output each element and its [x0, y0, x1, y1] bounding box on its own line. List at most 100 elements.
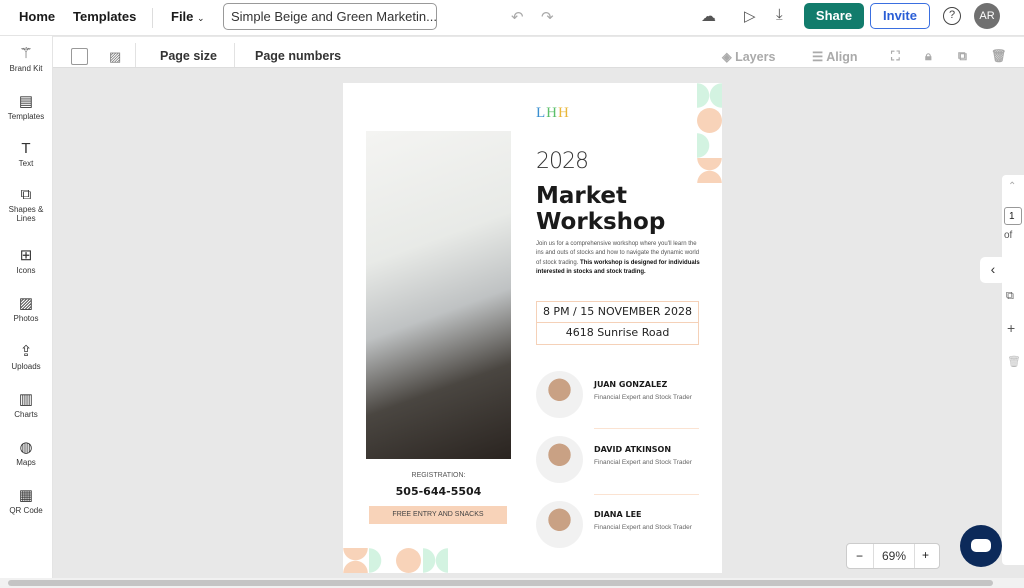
- scrollbar-thumb[interactable]: [8, 580, 993, 586]
- pattern-icon[interactable]: ▨: [109, 49, 121, 65]
- free-entry-banner: FREE ENTRY AND SNACKS: [369, 506, 507, 524]
- decorative-shape: [697, 83, 722, 108]
- sidebar-label: Shapes & Lines: [8, 205, 44, 223]
- present-icon[interactable]: ▷: [744, 7, 756, 25]
- shapes-icon: ⧉: [20, 186, 32, 203]
- layers-button[interactable]: ◈ Layers: [722, 49, 775, 64]
- zoom-level[interactable]: 69%: [873, 544, 915, 568]
- sidebar-item-icons[interactable]: ⊞ Icons: [0, 246, 52, 275]
- decorative-shape: [697, 108, 722, 133]
- sidebar-item-photos[interactable]: ▨ Photos: [0, 294, 52, 323]
- page-size-button[interactable]: Page size: [160, 49, 217, 63]
- sidebar-label: Charts: [14, 410, 38, 419]
- lock-icon[interactable]: 🔒︎: [925, 49, 932, 64]
- sidebar-item-text[interactable]: T Text: [0, 140, 52, 168]
- divider: [135, 43, 136, 67]
- page-navigator-panel: ⌃ 1 of ⧉ + 🗑︎: [1002, 175, 1024, 565]
- chevron-up-icon[interactable]: ⌃: [1008, 181, 1016, 192]
- sidebar: ⚚ Brand Kit ▤ Templates T Text ⧉ Shapes & Li…: [0, 36, 53, 588]
- upload-icon: ⇪: [19, 343, 33, 360]
- poster-page[interactable]: LHH 2028 Market Workshop Join us for a co…: [343, 83, 722, 573]
- file-menu[interactable]: File ⌄: [171, 9, 205, 24]
- help-icon[interactable]: ?: [943, 7, 961, 25]
- speaker-photo: [536, 436, 583, 483]
- document-title-input[interactable]: Simple Beige and Green Marketin...: [223, 3, 437, 30]
- speaker-role: Financial Expert and Stock Trader: [594, 459, 692, 466]
- speaker-photo: [536, 501, 583, 548]
- divider: [152, 8, 153, 28]
- zoom-control: − 69% +: [846, 543, 940, 569]
- sidebar-label: Brand Kit: [9, 64, 43, 73]
- speaker-role: Financial Expert and Stock Trader: [594, 394, 692, 401]
- datetime-box: 8 PM / 15 NOVEMBER 2028: [536, 301, 699, 323]
- sidebar-label: Photos: [13, 314, 39, 323]
- chevron-left-icon: ‹: [990, 261, 996, 277]
- divider: [594, 428, 699, 429]
- chat-button[interactable]: [960, 525, 1002, 567]
- cloud-sync-icon[interactable]: ☁: [701, 7, 716, 25]
- sidebar-label: Text: [18, 159, 34, 168]
- divider: [234, 43, 235, 67]
- frame-icon[interactable]: ⛶: [891, 49, 900, 64]
- sidebar-item-qr-code[interactable]: ▦ QR Code: [0, 486, 52, 515]
- photo-icon: ▨: [18, 295, 34, 312]
- zoom-in-button[interactable]: +: [922, 548, 929, 562]
- file-label: File: [171, 9, 194, 24]
- sidebar-label: Maps: [16, 458, 36, 467]
- sidebar-label: QR Code: [9, 506, 43, 515]
- avatar[interactable]: AR: [974, 3, 1000, 29]
- toolbar: ▨ Page size Page numbers ◈ Layers ☰ Alig…: [53, 37, 1024, 68]
- redo-icon[interactable]: ↷: [541, 8, 554, 26]
- add-page-icon[interactable]: +: [1007, 320, 1015, 336]
- divider: [594, 494, 699, 495]
- speaker-name: DAVID ATKINSON: [594, 445, 672, 454]
- intro-text: Join us for a comprehensive workshop whe…: [536, 240, 701, 277]
- sidebar-label: Icons: [16, 266, 36, 275]
- sidebar-item-uploads[interactable]: ⇪ Uploads: [0, 342, 52, 371]
- speaker-photo: [536, 371, 583, 418]
- templates-icon: ▤: [18, 93, 34, 110]
- background-color-swatch[interactable]: [71, 48, 88, 65]
- collapse-panel-button[interactable]: ‹: [980, 257, 1006, 283]
- page-number-input[interactable]: 1: [1004, 207, 1022, 225]
- sidebar-label: Uploads: [11, 362, 41, 371]
- speaker-name: DIANA LEE: [594, 510, 642, 519]
- page-of-label: of: [1004, 230, 1013, 241]
- year: 2028: [536, 149, 589, 174]
- top-bar: Home Templates File ⌄ Simple Beige and G…: [0, 0, 1024, 36]
- sidebar-item-templates[interactable]: ▤ Templates: [0, 92, 52, 121]
- layers-label: Layers: [735, 50, 776, 64]
- chart-icon: ▥: [18, 391, 34, 408]
- decorative-shape: [423, 548, 448, 573]
- address-box: 4618 Sunrise Road: [536, 323, 699, 345]
- share-button[interactable]: Share: [804, 3, 864, 29]
- logo: LHH: [536, 105, 570, 121]
- trash-icon[interactable]: 🗑︎: [1007, 355, 1021, 368]
- duplicate-icon[interactable]: ⧉: [958, 49, 967, 64]
- magic-wand-icon: ⚚: [19, 45, 33, 62]
- home-link[interactable]: Home: [19, 9, 55, 24]
- trash-icon[interactable]: 🗑︎: [991, 49, 1007, 64]
- sidebar-item-maps[interactable]: ◍ Maps: [0, 438, 52, 467]
- phone-number: 505-644-5504: [395, 485, 482, 498]
- copy-page-icon[interactable]: ⧉: [1006, 290, 1014, 303]
- decorative-shape: [697, 133, 722, 158]
- zoom-out-button[interactable]: −: [856, 549, 863, 563]
- decorative-shape: [697, 158, 722, 183]
- sidebar-item-brand-kit[interactable]: ⚚ Brand Kit: [0, 44, 52, 73]
- sidebar-item-charts[interactable]: ▥ Charts: [0, 390, 52, 419]
- trader-photo[interactable]: [366, 131, 511, 459]
- globe-icon: ◍: [19, 439, 33, 456]
- page-numbers-button[interactable]: Page numbers: [255, 49, 341, 63]
- invite-button[interactable]: Invite: [870, 3, 930, 29]
- speaker-role: Financial Expert and Stock Trader: [594, 524, 692, 531]
- sidebar-item-shapes[interactable]: ⧉ Shapes & Lines: [0, 186, 52, 223]
- undo-icon[interactable]: ↶: [511, 8, 524, 26]
- templates-link[interactable]: Templates: [73, 9, 136, 24]
- decorative-shape: [369, 548, 394, 573]
- horizontal-scrollbar[interactable]: [0, 578, 1024, 588]
- align-button[interactable]: ☰ Align: [812, 49, 857, 64]
- icons-icon: ⊞: [19, 247, 33, 264]
- download-icon[interactable]: ⤓: [776, 6, 783, 23]
- decorative-shape: [343, 548, 368, 573]
